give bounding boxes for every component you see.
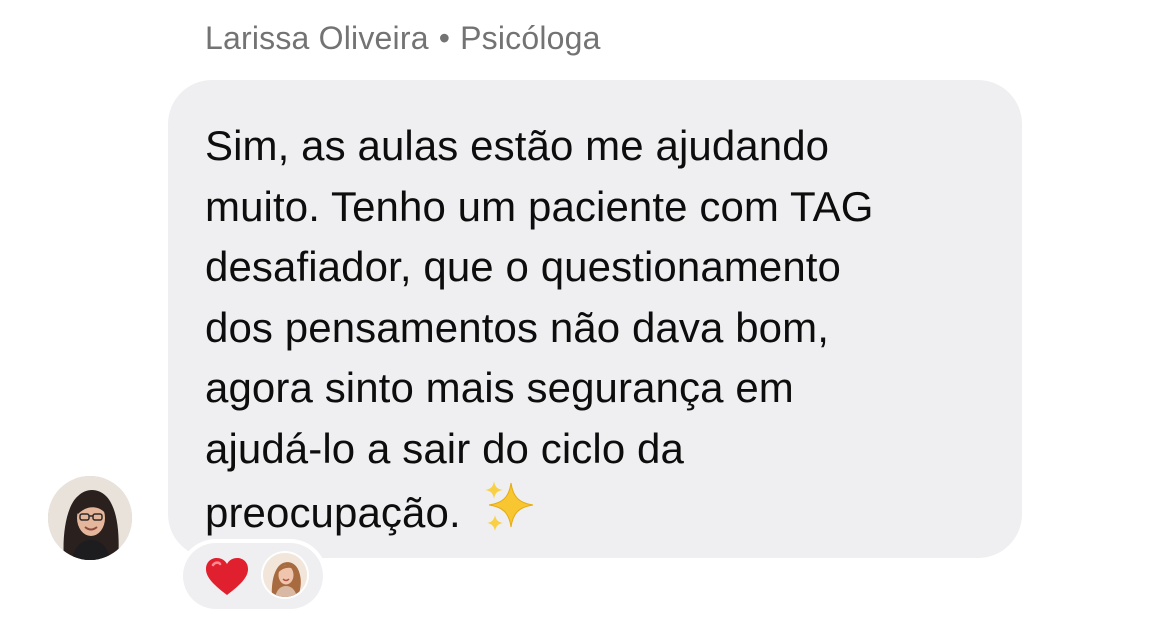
message-line: desafiador, que o questionamento: [205, 243, 842, 290]
message-line: preocupação.: [205, 489, 461, 536]
sender-role: Psicóloga: [460, 20, 601, 56]
message-bubble[interactable]: Sim, as aulas estão me ajudando muito. T…: [168, 80, 1022, 558]
message-line: muito. Tenho um paciente com TAG: [205, 182, 874, 230]
reactions-pill[interactable]: [183, 543, 323, 609]
message-line: dos pensamentos não dava bom,: [205, 303, 829, 351]
message-line: Sim, as aulas estão me ajudando: [205, 122, 830, 169]
sender-avatar[interactable]: [48, 476, 132, 560]
message-line-last: preocupação.: [205, 479, 992, 544]
reactor-photo: [263, 553, 307, 597]
reactor-avatar: [263, 553, 307, 597]
sender-name[interactable]: Larissa Oliveira: [205, 20, 429, 56]
sparkles-icon: [484, 481, 533, 531]
sender-header: Larissa Oliveira • Psicóloga: [205, 20, 601, 57]
message-text: Sim, as aulas estão me ajudando muito. T…: [205, 116, 992, 544]
avatar-photo: [48, 476, 132, 560]
message-canvas: Larissa Oliveira • Psicóloga Sim, as aulas…: [0, 0, 1170, 637]
message-line: agora sinto mais segurança em: [205, 364, 794, 411]
heart-icon: [206, 558, 248, 595]
message-line: ajudá-lo a sair do ciclo da: [205, 424, 684, 472]
separator-dot: •: [438, 20, 451, 56]
